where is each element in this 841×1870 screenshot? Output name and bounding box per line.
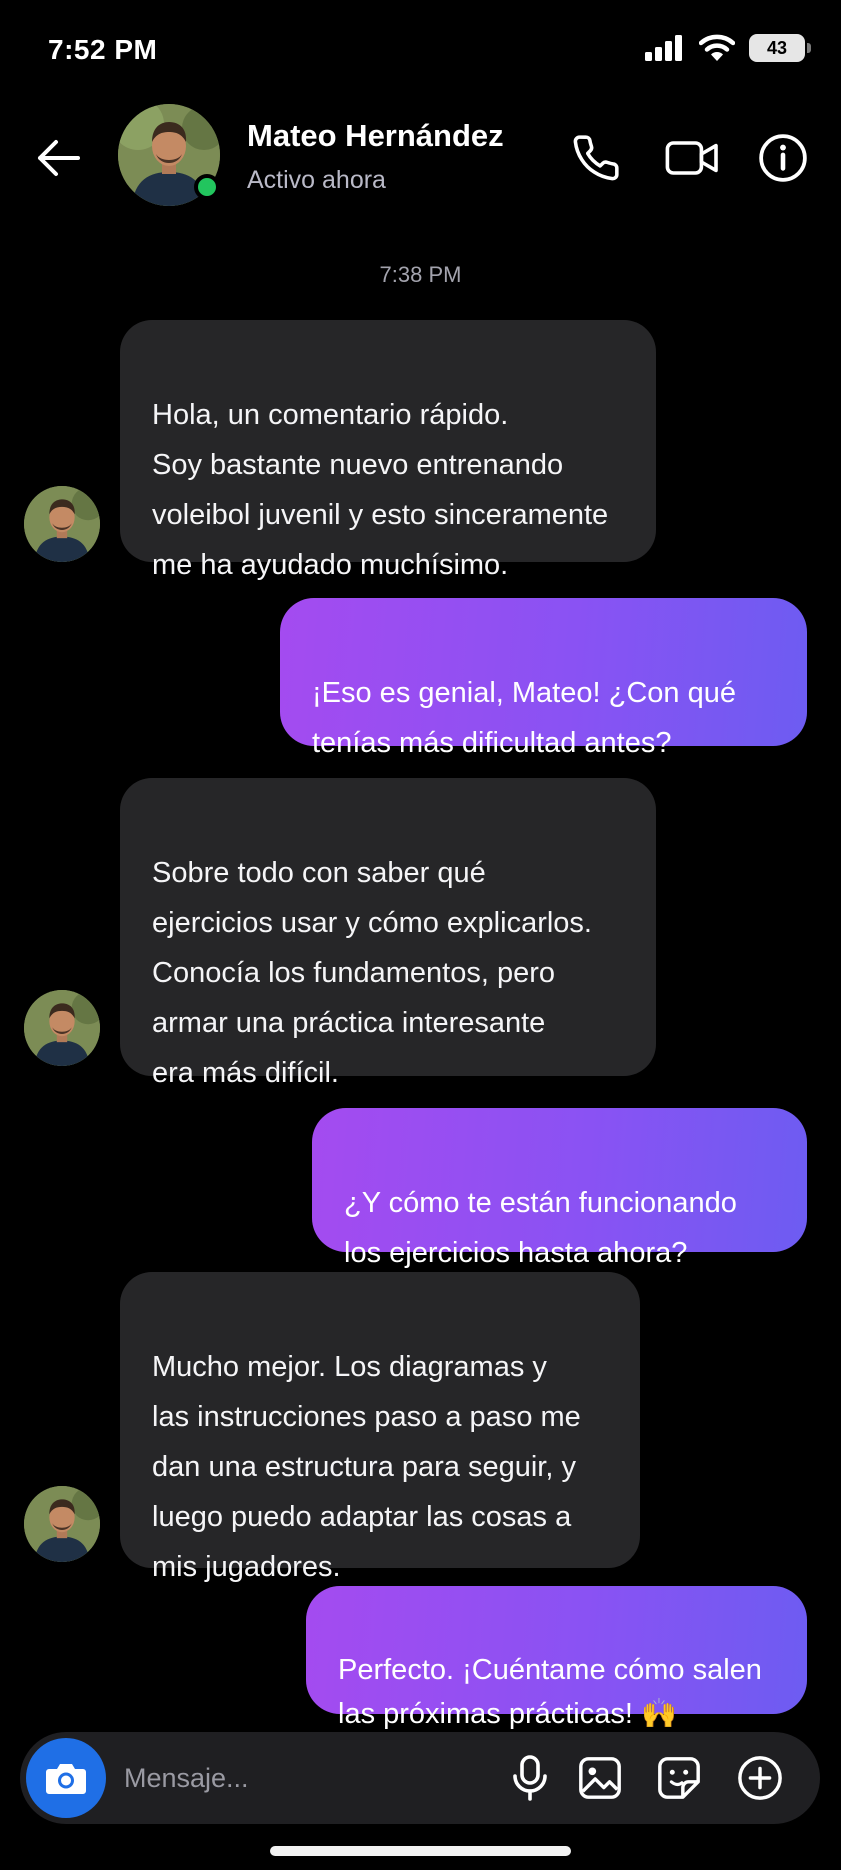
sticker-icon bbox=[658, 1757, 700, 1799]
add-icon bbox=[738, 1756, 782, 1800]
video-camera-icon bbox=[665, 141, 718, 175]
message-input[interactable] bbox=[124, 1756, 424, 1800]
battery-level: 43 bbox=[766, 37, 788, 58]
call-button[interactable] bbox=[566, 128, 626, 188]
sender-avatar[interactable] bbox=[24, 1486, 100, 1562]
message-timestamp: 7:38 PM bbox=[379, 262, 462, 287]
more-options-button[interactable] bbox=[732, 1750, 788, 1806]
message-text: Mucho mejor. Los diagramas y las instruc… bbox=[152, 1351, 581, 1583]
message-text: Hola, un comentario rápido. Soy bastante… bbox=[152, 399, 609, 581]
back-arrow-icon bbox=[38, 140, 80, 176]
back-button[interactable] bbox=[30, 130, 86, 186]
microphone-icon bbox=[513, 1755, 547, 1801]
message-text: Perfecto. ¡Cuéntame cómo salen las próxi… bbox=[338, 1654, 762, 1730]
chat-header: Mateo Hernández Activo ahora bbox=[0, 100, 841, 220]
image-icon bbox=[579, 1757, 621, 1799]
info-icon bbox=[759, 134, 807, 182]
gallery-button[interactable] bbox=[572, 1750, 628, 1806]
video-call-button[interactable] bbox=[662, 128, 722, 188]
status-time: 7:52 PM bbox=[48, 34, 158, 65]
outgoing-message-bubble[interactable]: ¡Eso es genial, Mateo! ¿Con qué tenías m… bbox=[280, 598, 807, 759]
home-indicator[interactable] bbox=[270, 1846, 571, 1856]
incoming-message-bubble[interactable]: Hola, un comentario rápido. Soy bastante… bbox=[120, 320, 656, 581]
voice-message-button[interactable] bbox=[502, 1750, 558, 1806]
contact-status: Activo ahora bbox=[247, 166, 386, 194]
wifi-icon bbox=[699, 34, 735, 61]
info-button[interactable] bbox=[753, 128, 813, 188]
sender-avatar[interactable] bbox=[24, 990, 100, 1066]
camera-button[interactable] bbox=[26, 1738, 106, 1818]
person-avatar-icon bbox=[24, 486, 100, 562]
outgoing-message-bubble[interactable]: Perfecto. ¡Cuéntame cómo salen las próxi… bbox=[306, 1586, 807, 1730]
status-icons: 43 bbox=[645, 34, 811, 62]
sticker-button[interactable] bbox=[651, 1750, 707, 1806]
message-text: ¿Y cómo te están funcionando los ejercic… bbox=[344, 1187, 737, 1269]
camera-icon bbox=[46, 1764, 86, 1794]
status-bar: 7:52 PM 43 bbox=[0, 0, 841, 100]
battery-icon: 43 bbox=[749, 34, 811, 62]
person-avatar-icon bbox=[24, 990, 100, 1066]
message-text: Sobre todo con saber qué ejercicios usar… bbox=[152, 857, 592, 1089]
outgoing-message-bubble[interactable]: ¿Y cómo te están funcionando los ejercic… bbox=[312, 1108, 807, 1269]
phone-icon bbox=[573, 135, 619, 181]
online-status-dot bbox=[194, 174, 220, 200]
sender-avatar[interactable] bbox=[24, 486, 100, 562]
cellular-signal-icon bbox=[645, 35, 682, 61]
message-composer bbox=[20, 1732, 820, 1824]
incoming-message-bubble[interactable]: Sobre todo con saber qué ejercicios usar… bbox=[120, 778, 656, 1089]
person-avatar-icon bbox=[24, 1486, 100, 1562]
incoming-message-bubble[interactable]: Mucho mejor. Los diagramas y las instruc… bbox=[120, 1272, 640, 1583]
contact-name[interactable]: Mateo Hernández bbox=[247, 118, 504, 154]
message-text: ¡Eso es genial, Mateo! ¿Con qué tenías m… bbox=[312, 677, 736, 759]
